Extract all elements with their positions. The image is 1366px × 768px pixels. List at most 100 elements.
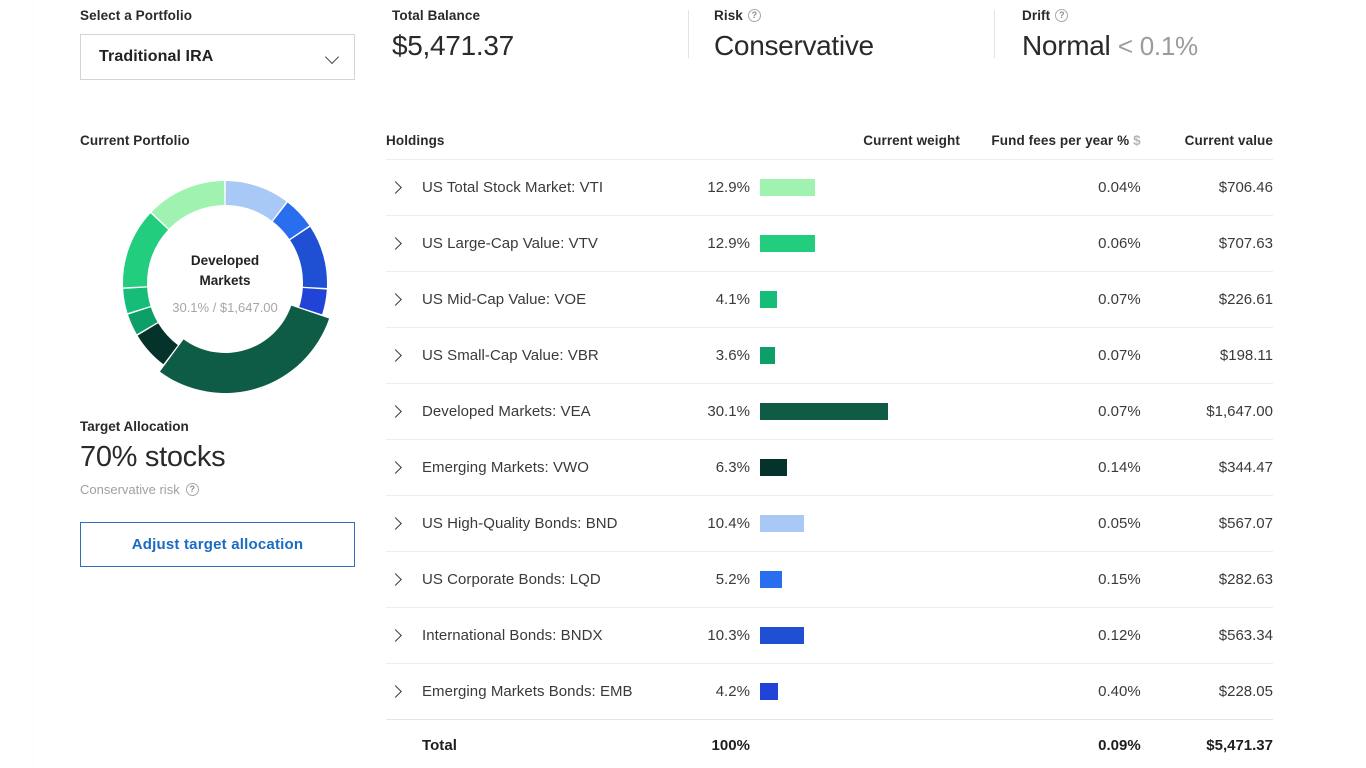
donut-slice[interactable] [151, 181, 225, 229]
current-weight-value: 10.3% [707, 627, 750, 644]
current-weight-cell: 10.3% [633, 608, 960, 664]
total-weight: 100% [633, 720, 960, 768]
current-value-cell: $563.34 [1218, 627, 1273, 644]
chevron-down-icon [326, 50, 340, 64]
adjust-target-allocation-button[interactable]: Adjust target allocation [80, 522, 355, 567]
fund-fees-cell: 0.40% [1098, 683, 1141, 700]
weight-bar-track [759, 179, 960, 196]
fund-fees-cell: 0.06% [1098, 235, 1141, 252]
chevron-right-icon[interactable] [390, 350, 402, 362]
table-row[interactable]: Developed Markets: VEA 30.1% 0.07% $1,647.0… [386, 383, 1273, 440]
donut-svg [123, 181, 330, 393]
total-value: $5,471.37 [1206, 737, 1273, 755]
drift-label-text: Drift [1022, 7, 1051, 23]
weight-bar [759, 347, 776, 364]
weight-bar-track [759, 291, 960, 308]
total-balance-label: Total Balance [392, 7, 481, 23]
current-value-cell: $228.05 [1218, 683, 1273, 700]
total-balance-value: $5,471.37 [392, 30, 514, 61]
chevron-right-icon[interactable] [390, 406, 402, 418]
weight-bar [759, 515, 805, 532]
current-value-cell: $567.07 [1218, 515, 1273, 532]
holding-name-cell: Emerging Markets: VWO [386, 440, 633, 496]
portfolio-page: Select a Portfolio Traditional IRA Total… [0, 0, 1366, 768]
table-row[interactable]: US Corporate Bonds: LQD 5.2% 0.15% $282.63 [386, 551, 1273, 608]
fund-fees-cell: 0.15% [1098, 571, 1141, 588]
weight-bar [759, 179, 815, 196]
holding-name-cell: Emerging Markets Bonds: EMB [386, 664, 633, 720]
current-value-cell: $1,647.00 [1206, 403, 1273, 420]
weight-bar [759, 683, 778, 700]
donut-slice[interactable] [225, 181, 287, 221]
current-weight-value: 3.6% [715, 347, 750, 364]
table-row[interactable]: US Mid-Cap Value: VOE 4.1% 0.07% $226.61 [386, 271, 1273, 328]
donut-slice[interactable] [159, 305, 330, 393]
risk-label: Risk ? [714, 4, 994, 26]
fees-dollar-toggle[interactable]: $ [1133, 133, 1141, 148]
holdings-header-row: Holdings Current weight Fund fees per ye… [386, 133, 1273, 160]
table-row[interactable]: US Small-Cap Value: VBR 3.6% 0.07% $198.11 [386, 327, 1273, 384]
summary-divider-drift [994, 10, 995, 58]
risk-value: Conservative [714, 30, 874, 61]
table-row[interactable]: Emerging Markets: VWO 6.3% 0.14% $344.47 [386, 439, 1273, 496]
fund-fees-cell: 0.14% [1098, 459, 1141, 476]
holding-name: US Corporate Bonds: LQD [422, 571, 601, 588]
donut-slice[interactable] [290, 226, 327, 288]
weight-bar [759, 235, 815, 252]
holding-name-cell: US Large-Cap Value: VTV [386, 216, 633, 272]
fund-fees-cell: 0.05% [1098, 515, 1141, 532]
table-row[interactable]: US Large-Cap Value: VTV 12.9% 0.06% $707.63 [386, 215, 1273, 272]
current-value-cell: $282.63 [1218, 571, 1273, 588]
table-row[interactable]: International Bonds: BNDX 10.3% 0.12% $563.… [386, 607, 1273, 664]
current-weight-cell: 4.1% [633, 272, 960, 328]
weight-bar [759, 571, 783, 588]
current-weight-cell: 5.2% [633, 552, 960, 608]
weight-bar-track [759, 347, 960, 364]
current-weight-cell: 3.6% [633, 328, 960, 384]
table-row[interactable]: Emerging Markets Bonds: EMB 4.2% 0.40% $228… [386, 663, 1273, 720]
column-header-current-weight: Current weight [863, 133, 960, 148]
total-fees: 0.09% [1098, 737, 1141, 755]
drift-value: Normal [1022, 30, 1111, 61]
question-mark-icon[interactable]: ? [1055, 8, 1069, 22]
chevron-right-icon[interactable] [390, 574, 402, 586]
holdings-table: Holdings Current weight Fund fees per ye… [386, 133, 1273, 768]
holding-name-cell: US Mid-Cap Value: VOE [386, 272, 633, 328]
holdings-table-body: US Total Stock Market: VTI 12.9% 0.04% $706… [386, 159, 1273, 768]
chevron-right-icon[interactable] [390, 294, 402, 306]
summary-divider-risk [688, 10, 689, 58]
weight-bar-track [759, 235, 960, 252]
allocation-donut-chart[interactable]: Developed Markets 30.1% / $1,647.00 [105, 163, 345, 403]
chevron-right-icon[interactable] [390, 182, 402, 194]
current-value-cell: $707.63 [1218, 235, 1273, 252]
chevron-right-icon[interactable] [390, 238, 402, 250]
portfolio-select[interactable]: Traditional IRA [80, 34, 355, 80]
weight-bar [759, 291, 778, 308]
holding-name: US Large-Cap Value: VTV [422, 235, 598, 252]
holding-name-cell: Developed Markets: VEA [386, 384, 633, 440]
table-row[interactable]: US Total Stock Market: VTI 12.9% 0.04% $706… [386, 159, 1273, 216]
donut-slice[interactable] [123, 213, 169, 288]
drift-detail: < 0.1% [1117, 31, 1198, 61]
portfolio-selector-cell: Select a Portfolio Traditional IRA [80, 4, 386, 80]
current-weight-value: 12.9% [707, 235, 750, 252]
total-balance-cell: Total Balance $5,471.37 [386, 4, 688, 62]
risk-note-text: Conservative risk [80, 482, 180, 497]
target-allocation-label: Target Allocation [80, 419, 189, 434]
chevron-right-icon[interactable] [390, 462, 402, 474]
chevron-right-icon[interactable] [390, 686, 402, 698]
fund-fees-cell: 0.04% [1098, 179, 1141, 196]
holding-name-cell: US Total Stock Market: VTI [386, 160, 633, 216]
drift-value-group: Normal < 0.1% [1022, 30, 1280, 62]
table-row[interactable]: US High-Quality Bonds: BND 10.4% 0.05% $567… [386, 495, 1273, 552]
current-weight-cell: 12.9% [633, 160, 960, 216]
weight-bar-track [759, 515, 960, 532]
weight-bar-track [759, 459, 960, 476]
question-mark-icon[interactable]: ? [747, 8, 761, 22]
current-weight-value: 5.2% [715, 571, 750, 588]
chevron-right-icon[interactable] [390, 630, 402, 642]
current-weight-cell: 10.4% [633, 496, 960, 552]
current-weight-value: 30.1% [707, 403, 750, 420]
question-mark-icon[interactable]: ? [185, 483, 199, 496]
chevron-right-icon[interactable] [390, 518, 402, 530]
